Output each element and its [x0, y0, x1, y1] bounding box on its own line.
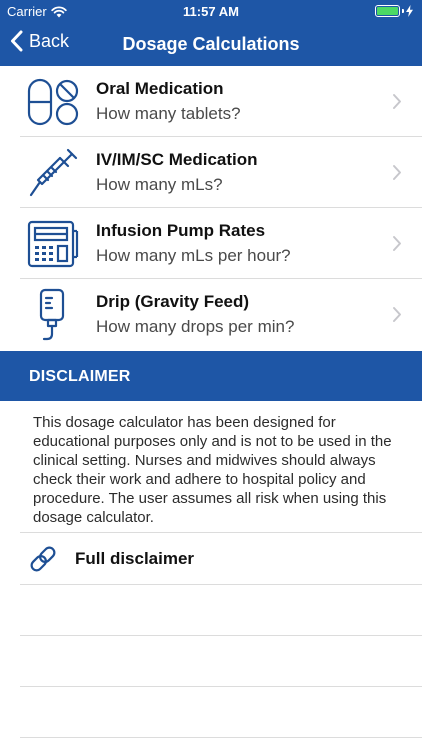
menu-item-title: Oral Medication — [96, 79, 224, 98]
link-icon — [27, 543, 59, 575]
disclaimer-heading: DISCLAIMER — [29, 368, 131, 385]
menu-item-subtitle: How many drops per min? — [96, 317, 295, 336]
menu-item-title: Drip (Gravity Feed) — [96, 292, 250, 311]
charging-bolt-icon — [406, 5, 413, 17]
menu-item-subtitle: How many tablets? — [96, 104, 241, 123]
chevron-right-icon — [393, 307, 401, 322]
menu-item-subtitle: How many mLs per hour? — [96, 246, 291, 265]
menu-item-title: Infusion Pump Rates — [96, 221, 266, 240]
syringe-icon — [26, 146, 80, 200]
battery-icon — [375, 5, 400, 17]
chevron-right-icon — [393, 236, 401, 251]
battery-indicator — [375, 5, 413, 17]
disclaimer-text: This dosage calculator has been designed… — [33, 414, 392, 526]
menu-item-infusion-pump-rates[interactable]: Infusion Pump Rates How many mLs per hou… — [0, 208, 422, 279]
calculator-menu: Oral Medication How many tablets? IV/IM/… — [0, 66, 422, 350]
page-title: Dosage Calculations — [122, 34, 300, 54]
chevron-right-icon — [393, 165, 401, 180]
divider — [20, 686, 422, 687]
chevron-right-icon — [393, 94, 401, 109]
iv-drip-bag-icon — [26, 288, 80, 342]
full-disclaimer-link[interactable]: Full disclaimer — [0, 533, 422, 584]
menu-item-drip-gravity-feed[interactable]: Drip (Gravity Feed) How many drops per m… — [0, 279, 422, 350]
menu-item-oral-medication[interactable]: Oral Medication How many tablets? — [0, 66, 422, 137]
infusion-pump-icon — [26, 217, 80, 271]
status-time: 11:57 AM — [183, 4, 239, 19]
divider — [20, 584, 422, 585]
pills-icon — [26, 75, 80, 129]
menu-item-title: IV/IM/SC Medication — [96, 150, 258, 169]
divider — [20, 635, 422, 636]
menu-item-iv-medication[interactable]: IV/IM/SC Medication How many mLs? — [0, 137, 422, 208]
divider — [20, 737, 422, 738]
nav-bar: Back Dosage Calculations — [0, 22, 422, 66]
status-bar: Carrier 11:57 AM — [0, 0, 422, 22]
header: Carrier 11:57 AM Back Dosage Calculation… — [0, 0, 422, 66]
full-disclaimer-label: Full disclaimer — [75, 549, 195, 568]
disclaimer-header: DISCLAIMER — [0, 351, 422, 401]
menu-item-subtitle: How many mLs? — [96, 175, 223, 194]
